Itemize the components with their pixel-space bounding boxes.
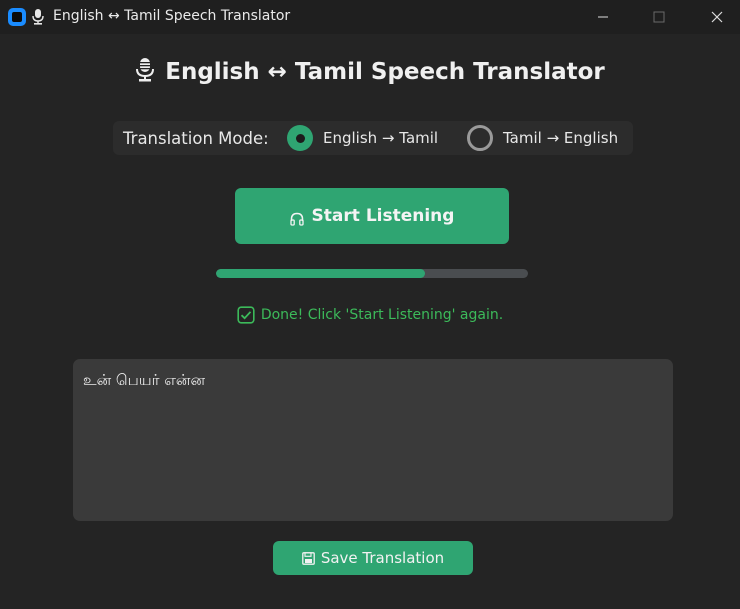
close-button[interactable]	[694, 0, 740, 34]
page-title-text: English ↔ Tamil Speech Translator	[165, 59, 605, 85]
radio-tamil-to-english-label: Tamil → English	[503, 129, 619, 147]
radio-selected-icon	[287, 125, 313, 151]
headphones-icon	[289, 212, 304, 226]
translation-mode-label: Translation Mode:	[123, 129, 269, 148]
translation-output-textbox[interactable]: உன் பெயர் என்ன	[73, 359, 673, 521]
minimize-icon	[598, 16, 608, 18]
microphone-icon	[32, 9, 44, 25]
progress-bar-fill	[216, 269, 426, 278]
save-translation-label: Save Translation	[320, 549, 445, 567]
page-title: English ↔ Tamil Speech Translator	[0, 58, 740, 85]
maximize-icon	[653, 11, 665, 23]
minimize-button[interactable]	[580, 0, 626, 34]
app-icon	[8, 8, 26, 26]
window-title: English ↔ Tamil Speech Translator	[53, 8, 291, 24]
checkbox-icon	[237, 306, 255, 324]
translation-mode-panel: Translation Mode: English → Tamil Tamil …	[113, 121, 633, 155]
microphone-icon	[136, 58, 155, 82]
status-text: Done! Click 'Start Listening' again.	[260, 307, 504, 323]
start-listening-button[interactable]: Start Listening	[235, 188, 509, 244]
save-translation-button[interactable]: Save Translation	[273, 541, 473, 575]
maximize-button[interactable]	[636, 0, 682, 34]
floppy-disk-icon	[301, 551, 315, 565]
progress-bar	[216, 269, 528, 278]
start-listening-label: Start Listening	[311, 206, 455, 226]
close-icon	[711, 11, 723, 23]
radio-unselected-icon	[467, 125, 493, 151]
title-bar: English ↔ Tamil Speech Translator	[0, 0, 740, 34]
radio-tamil-to-english[interactable]: Tamil → English	[467, 124, 618, 152]
status-message: Done! Click 'Start Listening' again.	[0, 306, 740, 324]
radio-english-to-tamil-label: English → Tamil	[323, 129, 439, 147]
radio-english-to-tamil[interactable]: English → Tamil	[287, 124, 438, 152]
